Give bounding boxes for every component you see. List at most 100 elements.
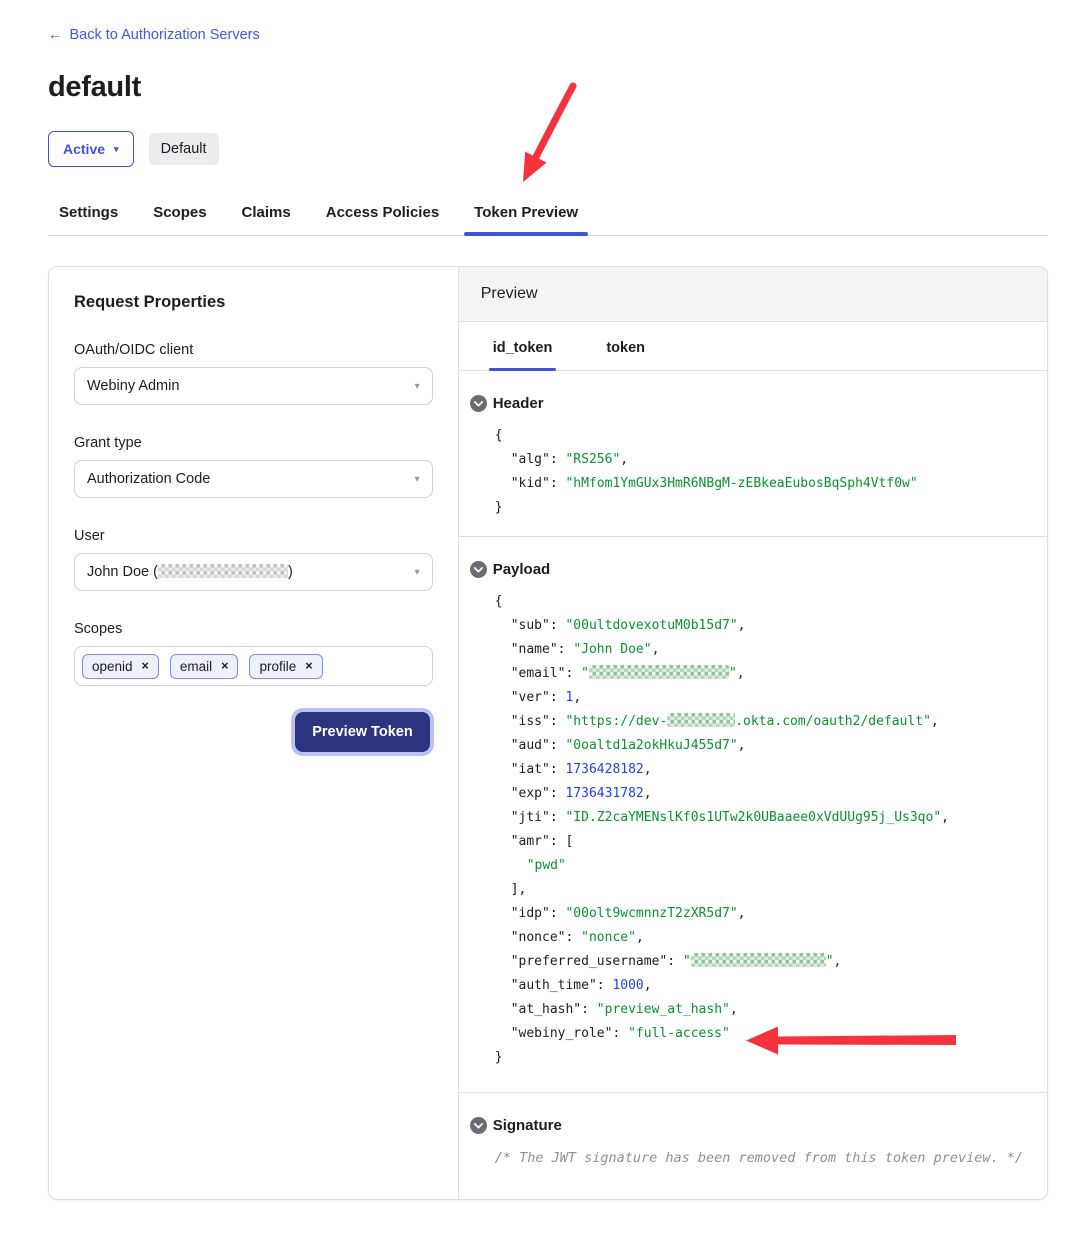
code-token: :	[550, 618, 566, 633]
code-token: :	[550, 906, 566, 921]
tab-access-policies[interactable]: Access Policies	[316, 194, 449, 235]
code-line: "iat": 1736428182,	[495, 758, 1023, 782]
code-line: "at_hash": "preview_at_hash",	[495, 998, 1023, 1022]
status-label: Active	[63, 141, 105, 157]
request-properties-title: Request Properties	[74, 293, 433, 312]
code-token: "iss"	[511, 714, 550, 729]
dropdown-caret-icon: ▾	[415, 381, 420, 392]
section-title: Signature	[493, 1117, 562, 1134]
section-title: Header	[493, 395, 544, 412]
code-token: {	[495, 594, 503, 609]
code-token: "https://dev-	[565, 714, 667, 729]
code-token: : [	[550, 834, 573, 849]
scopes-input[interactable]: openid×email×profile×	[74, 646, 433, 686]
code-line: "email": "",	[495, 662, 1023, 686]
code-token: "full-access"	[628, 1026, 730, 1041]
code-token: "sub"	[511, 618, 550, 633]
scope-chip-profile: profile×	[249, 654, 322, 679]
button-row: Preview Token	[74, 712, 433, 752]
tab-claims[interactable]: Claims	[232, 194, 301, 235]
oauth-client-select[interactable]: Webiny Admin ▾	[74, 367, 433, 405]
back-arrow-icon: ←	[48, 27, 63, 43]
main-tab-bar: Settings Scopes Claims Access Policies Token…	[48, 194, 1048, 236]
section-signature-heading[interactable]: Signature	[470, 1117, 1023, 1134]
grant-type-group: Grant type Authorization Code ▾	[74, 435, 433, 498]
code-token: :	[581, 1002, 597, 1017]
section-header: Header {"alg": "RS256","kid": "hMfom1YmG…	[459, 371, 1047, 537]
redacted-value	[667, 713, 735, 727]
user-group: User John Doe () ▾	[74, 528, 433, 591]
preview-tab-bar: id_token token	[459, 322, 1047, 371]
code-line: "iss": "https://dev-.okta.com/oauth2/def…	[495, 710, 1023, 734]
code-token: ,	[834, 954, 842, 969]
code-token: "auth_time"	[511, 978, 597, 993]
grant-type-label: Grant type	[74, 435, 433, 451]
grant-type-select[interactable]: Authorization Code ▾	[74, 460, 433, 498]
code-token: :	[667, 954, 683, 969]
chevron-down-icon: ▾	[114, 145, 119, 154]
tab-settings[interactable]: Settings	[49, 194, 128, 235]
code-token: "kid"	[511, 476, 550, 491]
remove-scope-icon[interactable]: ×	[305, 660, 312, 673]
dropdown-caret-icon: ▾	[415, 474, 420, 485]
code-line: "preferred_username": "",	[495, 950, 1023, 974]
code-token: ,	[644, 762, 652, 777]
remove-scope-icon[interactable]: ×	[221, 660, 228, 673]
code-token: ,	[941, 810, 949, 825]
remove-scope-icon[interactable]: ×	[142, 660, 149, 673]
code-token: "0oaltd1a2okHkuJ455d7"	[565, 738, 737, 753]
code-token: ,	[737, 666, 745, 681]
status-dropdown[interactable]: Active ▾	[48, 131, 134, 167]
code-line: {	[495, 424, 1023, 448]
oauth-client-group: OAuth/OIDC client Webiny Admin ▾	[74, 342, 433, 405]
code-token: 1000	[612, 978, 643, 993]
tab-token-preview[interactable]: Token Preview	[464, 194, 588, 235]
section-payload-heading[interactable]: Payload	[470, 561, 1023, 578]
redacted-user-email	[158, 564, 288, 578]
code-token: "preferred_username"	[511, 954, 668, 969]
token-preview-card: Request Properties OAuth/OIDC client Web…	[48, 266, 1048, 1200]
code-token: "	[581, 666, 589, 681]
code-line: "nonce": "nonce",	[495, 926, 1023, 950]
code-token: "ver"	[511, 690, 550, 705]
code-token: :	[550, 738, 566, 753]
code-line: "idp": "00olt9wcmnnzT2zXR5d7",	[495, 902, 1023, 926]
preview-title: Preview	[459, 267, 1047, 322]
code-token: }	[495, 1050, 503, 1065]
scope-chip-openid: openid×	[82, 654, 159, 679]
code-token: ,	[620, 452, 628, 467]
code-token: "preview_at_hash"	[597, 1002, 730, 1017]
tab-scopes[interactable]: Scopes	[143, 194, 216, 235]
section-header-heading[interactable]: Header	[470, 395, 1023, 412]
code-token: :	[612, 1026, 628, 1041]
code-line: "amr": [	[495, 830, 1023, 854]
code-line: /* The JWT signature has been removed fr…	[495, 1146, 1023, 1171]
oauth-client-value: Webiny Admin	[87, 378, 179, 394]
code-line: ],	[495, 878, 1023, 902]
code-token: "nonce"	[581, 930, 636, 945]
code-token: "alg"	[511, 452, 550, 467]
code-token: "jti"	[511, 810, 550, 825]
back-link[interactable]: ← Back to Authorization Servers	[48, 27, 260, 43]
code-line: {	[495, 590, 1023, 614]
code-token: "John Doe"	[573, 642, 651, 657]
code-token: :	[550, 810, 566, 825]
request-properties-panel: Request Properties OAuth/OIDC client Web…	[49, 267, 458, 1199]
preview-token-button[interactable]: Preview Token	[295, 712, 429, 752]
code-token: {	[495, 428, 503, 443]
code-token: /* The JWT signature has been removed fr…	[495, 1150, 1023, 1166]
code-token: 1736431782	[565, 786, 643, 801]
code-line: "jti": "ID.Z2caYMENslKf0s1UTw2k0UBaaee0x…	[495, 806, 1023, 830]
code-line: "auth_time": 1000,	[495, 974, 1023, 998]
code-token: ,	[636, 930, 644, 945]
code-token: :	[565, 930, 581, 945]
section-collapse-icon	[470, 561, 487, 578]
code-line: "kid": "hMfom1YmGUx3HmR6NBgM-zEBkeaEubos…	[495, 472, 1023, 496]
user-select[interactable]: John Doe () ▾	[74, 553, 433, 591]
scopes-label: Scopes	[74, 621, 433, 637]
code-token: :	[550, 786, 566, 801]
preview-tab-id-token[interactable]: id_token	[489, 322, 557, 370]
preview-panel: Preview id_tokentoken Header {"alg": "RS…	[458, 267, 1047, 1199]
section-collapse-icon	[470, 395, 487, 412]
preview-tab-token[interactable]: token	[602, 322, 649, 370]
